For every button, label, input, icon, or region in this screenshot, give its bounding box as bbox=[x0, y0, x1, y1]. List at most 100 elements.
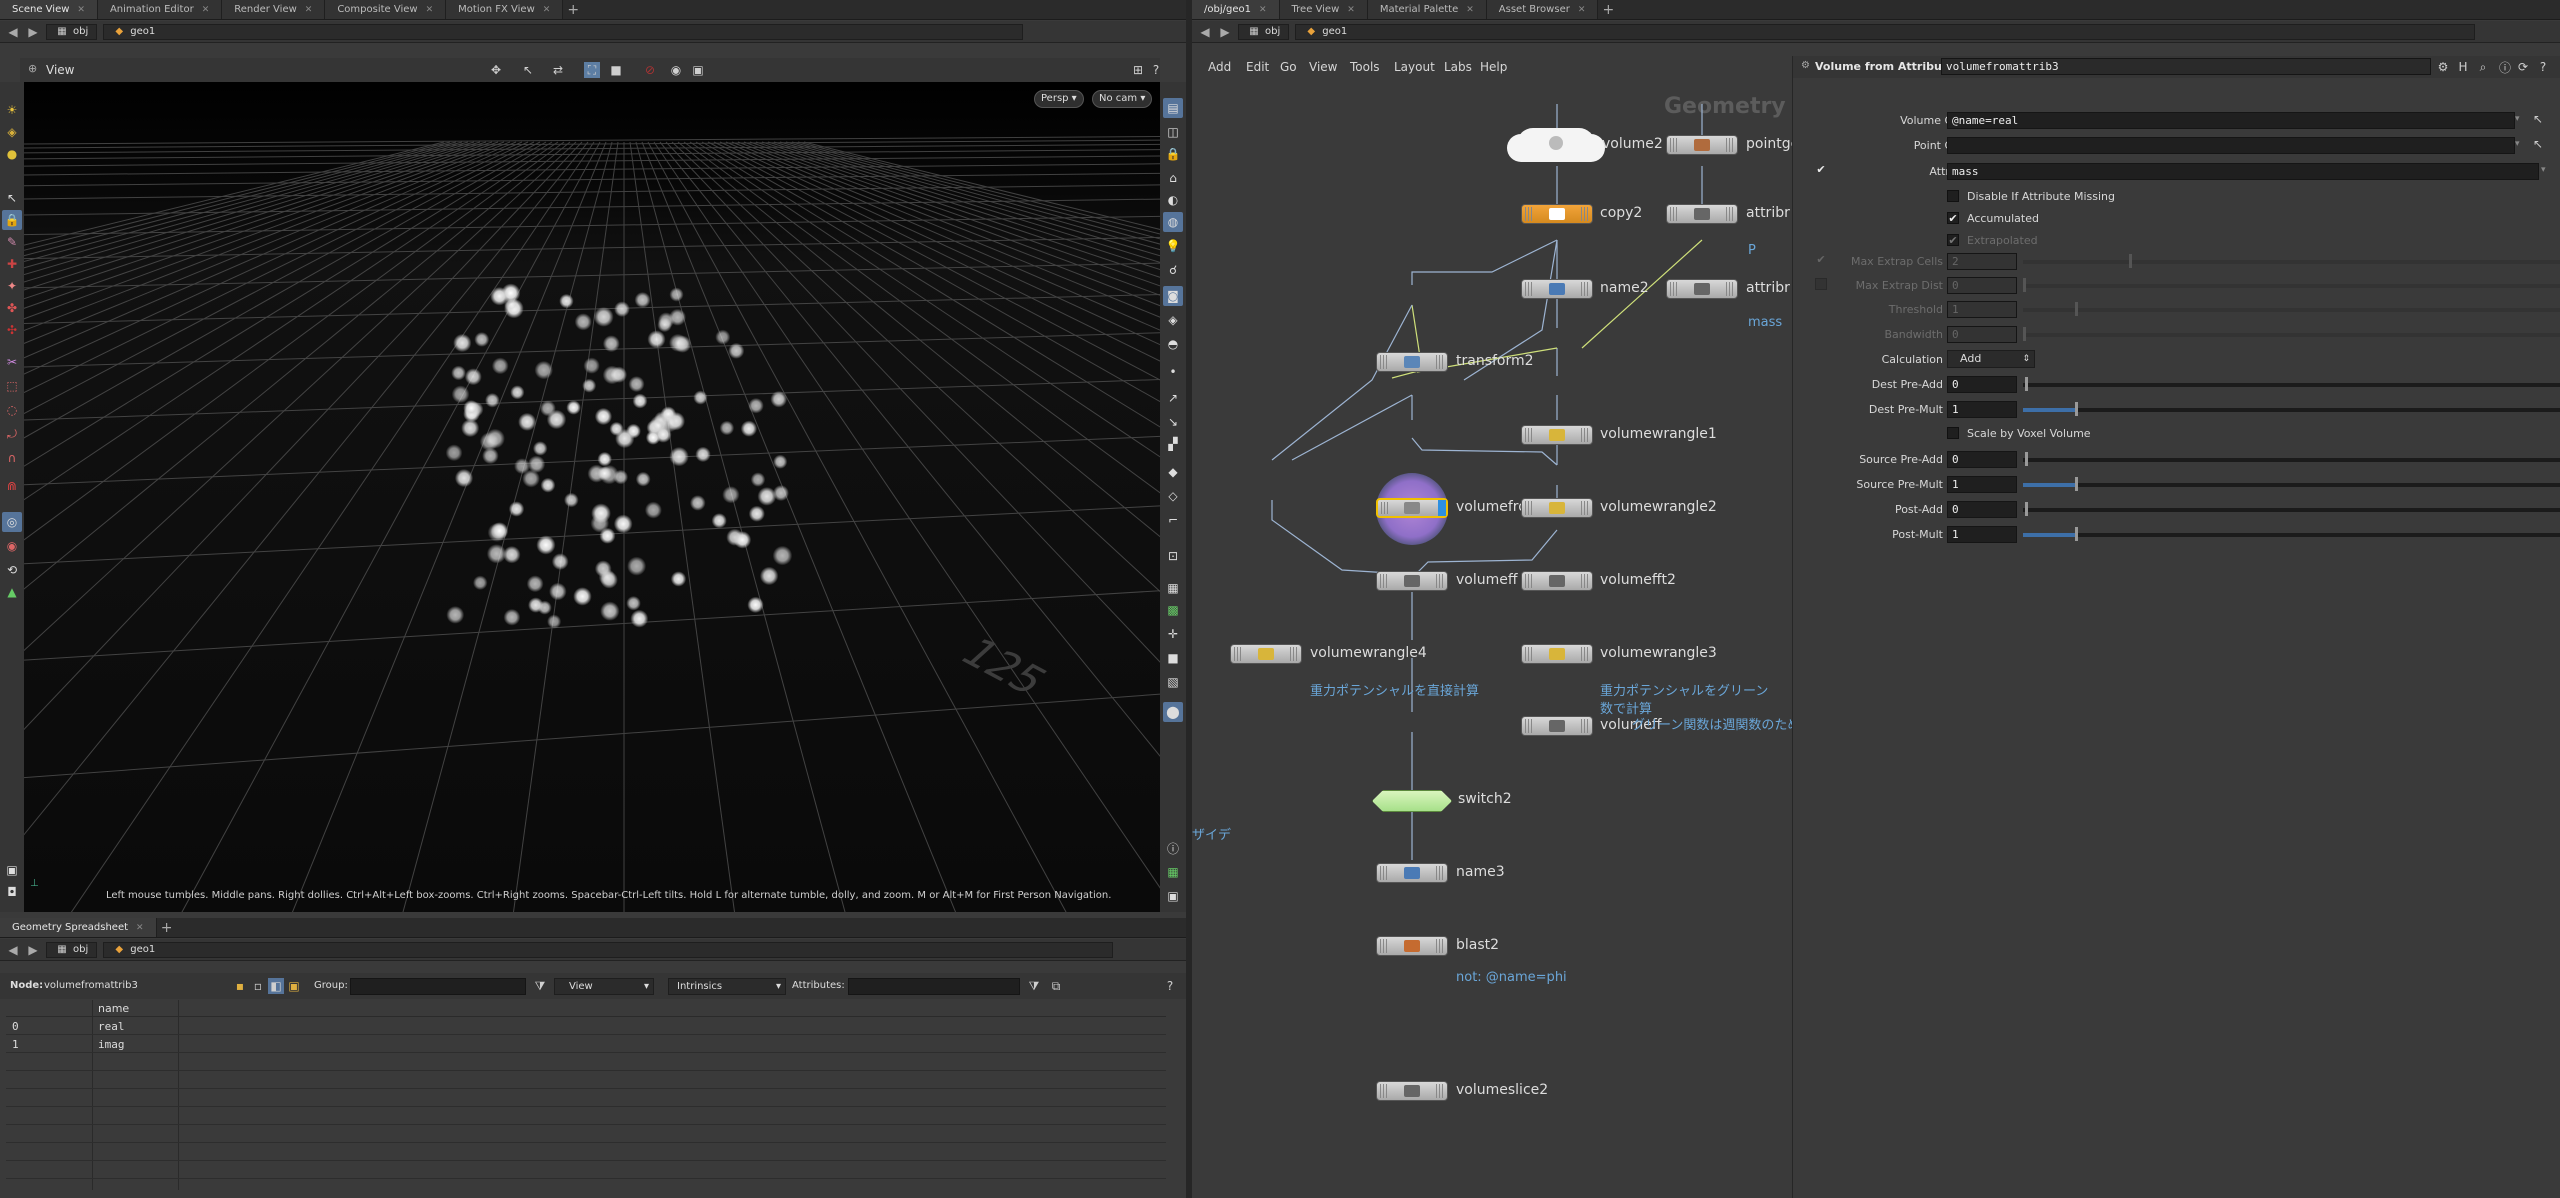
node-name-field[interactable]: volumefromattrib3 bbox=[1941, 58, 2431, 75]
normal-icon[interactable]: ↗ bbox=[1163, 388, 1183, 408]
tab-tree-view[interactable]: Tree View ✕ bbox=[1279, 0, 1368, 19]
home-icon[interactable]: ⌂ bbox=[1163, 168, 1183, 188]
volume-group-field[interactable]: @name=real bbox=[1947, 112, 2515, 129]
source-pre-mult-knob[interactable] bbox=[2075, 477, 2078, 491]
tab-asset-browser[interactable]: Asset Browser ✕ bbox=[1486, 0, 1599, 19]
background-icon[interactable]: ■ bbox=[1163, 648, 1183, 668]
source-pre-mult-slider[interactable] bbox=[2023, 483, 2560, 487]
chevron-down-icon[interactable]: ▾ bbox=[2515, 114, 2520, 124]
bandwidth-knob[interactable] bbox=[2023, 327, 2026, 341]
grid-icon[interactable]: ✛ bbox=[1163, 624, 1183, 644]
info-icon[interactable]: ⓘ bbox=[1163, 838, 1183, 858]
snap-grid-icon[interactable]: ⊡ bbox=[1163, 546, 1183, 566]
primitives-icon[interactable]: ◧ bbox=[268, 978, 284, 994]
chevron-down-icon[interactable]: ▾ bbox=[2541, 165, 2546, 175]
handle-tool-icon[interactable]: ✚ bbox=[2, 254, 22, 274]
screenshot-icon[interactable]: ▣ bbox=[690, 62, 706, 78]
help-icon[interactable]: ? bbox=[1162, 978, 1178, 994]
reset-tool-icon[interactable]: ⟲ bbox=[2, 560, 22, 580]
tab-composite-view[interactable]: Composite View ✕ bbox=[325, 0, 447, 19]
pin-view-icon[interactable]: ⬤ bbox=[1163, 702, 1183, 722]
post-mult-field[interactable]: 1 bbox=[1947, 526, 2017, 543]
column-header-name[interactable]: name bbox=[98, 1002, 129, 1015]
dest-pre-add-knob[interactable] bbox=[2025, 377, 2028, 391]
add-tab-icon[interactable]: + bbox=[1598, 0, 1618, 19]
refresh-icon[interactable]: ⟳ bbox=[2515, 59, 2531, 75]
close-icon[interactable]: ✕ bbox=[202, 5, 210, 15]
light-tool-icon[interactable]: ☀ bbox=[2, 100, 22, 120]
post-add-knob[interactable] bbox=[2025, 502, 2028, 516]
source-pre-add-knob[interactable] bbox=[2025, 452, 2028, 466]
add-tab-icon[interactable]: + bbox=[563, 0, 583, 19]
pin-icon[interactable]: ⧉ bbox=[1048, 978, 1064, 994]
max-extrap-cells-field[interactable]: 2 bbox=[1947, 253, 2017, 270]
close-icon[interactable]: ✕ bbox=[1347, 5, 1355, 15]
info-icon[interactable]: ⓘ bbox=[2497, 59, 2513, 75]
view-tool-icon[interactable]: ⛶ bbox=[584, 62, 600, 78]
menu-go[interactable]: Go bbox=[1280, 60, 1297, 74]
camera-icon[interactable]: ◉ bbox=[668, 62, 684, 78]
source-pre-mult-field[interactable]: 1 bbox=[1947, 476, 2017, 493]
move-tool-icon[interactable]: ⇄ bbox=[550, 62, 566, 78]
display-flag[interactable] bbox=[1438, 500, 1446, 516]
node-switch2[interactable] bbox=[1372, 790, 1452, 812]
threshold-slider[interactable] bbox=[2023, 308, 2560, 312]
layout-quad-icon[interactable]: ▦ bbox=[1163, 862, 1183, 882]
dest-pre-mult-knob[interactable] bbox=[2075, 402, 2078, 416]
threshold-knob[interactable] bbox=[2075, 302, 2078, 316]
camera-tool-icon[interactable]: ✥ bbox=[488, 62, 504, 78]
cut-tool-icon[interactable]: ✂ bbox=[2, 352, 22, 372]
node-copy2[interactable] bbox=[1521, 204, 1593, 224]
intrinsics-dropdown[interactable]: Intrinsics ▾ bbox=[668, 978, 786, 995]
points-icon[interactable]: ▪ bbox=[232, 978, 248, 994]
camera-small-icon[interactable]: ◘ bbox=[2, 882, 22, 902]
fog-icon[interactable]: ▧ bbox=[1163, 672, 1183, 692]
close-icon[interactable]: ✕ bbox=[1259, 5, 1267, 15]
post-add-slider[interactable] bbox=[2023, 508, 2560, 512]
calculation-dropdown[interactable]: Add ⇕ bbox=[1947, 350, 2035, 368]
node-attribrandomize2[interactable] bbox=[1666, 279, 1738, 299]
layers-icon[interactable]: ▦ bbox=[1163, 578, 1183, 598]
node-volumefromattrib3[interactable] bbox=[1376, 498, 1448, 518]
close-icon[interactable]: ✕ bbox=[1578, 5, 1586, 15]
record-icon[interactable]: ⊘ bbox=[642, 62, 658, 78]
bandwidth-slider[interactable] bbox=[2023, 333, 2560, 337]
magnet-red-icon[interactable]: ⋒ bbox=[2, 476, 22, 496]
tab-geometry-spreadsheet[interactable]: Geometry Spreadsheet ✕ bbox=[0, 918, 157, 937]
tab-scene-view[interactable]: Scene View ✕ bbox=[0, 0, 98, 19]
disable-missing-checkbox[interactable] bbox=[1947, 190, 1959, 202]
dest-pre-add-slider[interactable] bbox=[2023, 383, 2560, 387]
extrapolated-checkbox[interactable]: ✔ bbox=[1947, 234, 1959, 246]
node-volumefft3[interactable] bbox=[1521, 716, 1593, 736]
chevron-down-icon[interactable]: ▾ bbox=[2515, 139, 2520, 149]
search-icon[interactable]: ⌕ bbox=[2475, 59, 2491, 75]
menu-labs[interactable]: Labs bbox=[1444, 60, 1472, 74]
node-volumewrangle4[interactable] bbox=[1230, 644, 1302, 664]
select-tool-icon[interactable]: ↖ bbox=[520, 62, 536, 78]
menu-tools[interactable]: Tools bbox=[1350, 60, 1380, 74]
path-geo[interactable]: ◆ geo1 bbox=[103, 941, 1114, 958]
node-name2[interactable] bbox=[1521, 279, 1593, 299]
path-obj[interactable]: ▦ obj bbox=[1238, 23, 1290, 40]
pose-tool-icon[interactable]: ✦ bbox=[2, 276, 22, 296]
camera-menu[interactable]: No cam ▾ bbox=[1092, 90, 1153, 108]
spot-light-icon[interactable]: ● bbox=[2, 144, 22, 164]
max-extrap-cells-slider[interactable] bbox=[2023, 260, 2560, 264]
back-arrow-icon[interactable]: ◀ bbox=[1198, 25, 1212, 39]
post-mult-slider[interactable] bbox=[2023, 533, 2560, 537]
wire-icon[interactable]: ◍ bbox=[1163, 212, 1183, 232]
forward-arrow-icon[interactable]: ▶ bbox=[1218, 25, 1232, 39]
uv-icon[interactable]: ◇ bbox=[1163, 486, 1183, 506]
forward-arrow-icon[interactable]: ▶ bbox=[26, 943, 40, 957]
max-extrap-dist-field[interactable]: 0 bbox=[1947, 277, 2017, 294]
camera-light-icon[interactable]: ◈ bbox=[2, 122, 22, 142]
source-pre-add-slider[interactable] bbox=[2023, 458, 2560, 462]
path-obj[interactable]: ▦ obj bbox=[46, 941, 98, 958]
bulb-icon[interactable]: 💡 bbox=[1163, 236, 1183, 256]
persp-menu[interactable]: Persp ▾ bbox=[1034, 90, 1084, 108]
tab-animation-editor[interactable]: Animation Editor ✕ bbox=[97, 0, 223, 19]
help-icon[interactable]: ? bbox=[2535, 59, 2551, 75]
edge-icon[interactable]: ↘ bbox=[1163, 412, 1183, 432]
path-geo[interactable]: ◆ geo1 bbox=[103, 23, 1024, 40]
brush-tool-icon[interactable]: ✤ bbox=[2, 298, 22, 318]
